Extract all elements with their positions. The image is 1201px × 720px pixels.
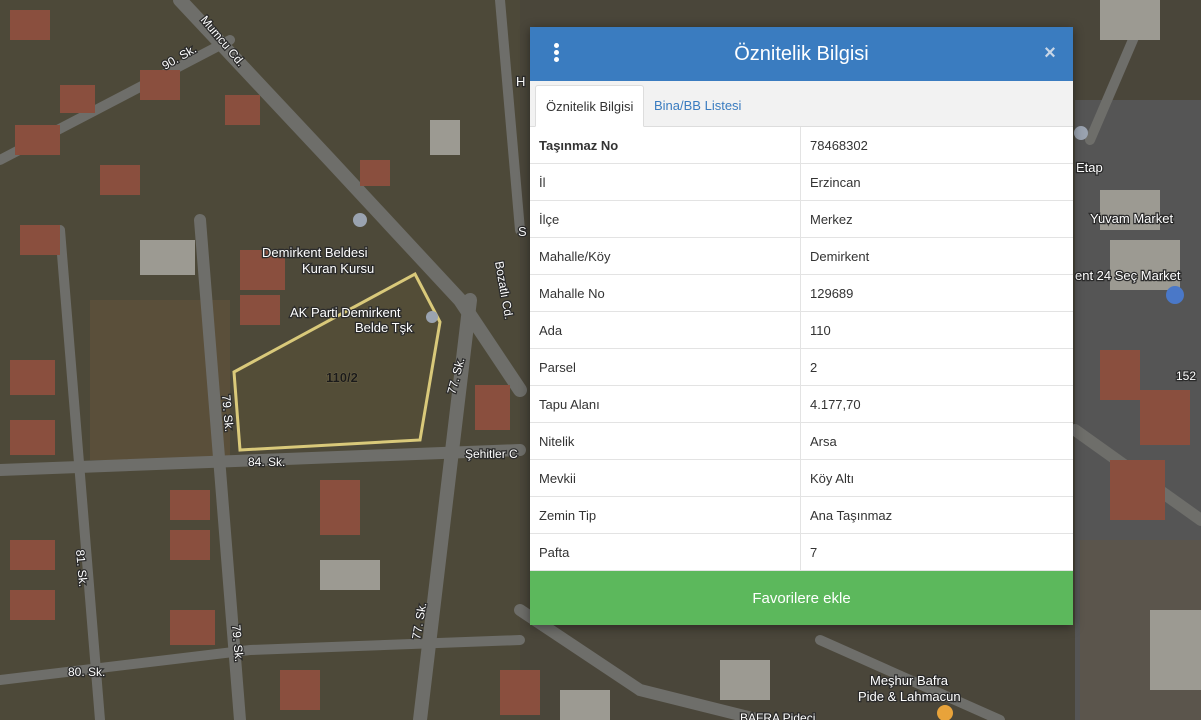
panel-title: Öznitelik Bilgisi bbox=[734, 43, 869, 65]
edge-label: H bbox=[516, 74, 525, 89]
table-row: Parsel 2 bbox=[530, 348, 1073, 386]
attribute-value: 78468302 bbox=[800, 127, 1073, 164]
attribute-value: 4.177,70 bbox=[800, 385, 1073, 423]
table-row: Tapu Alanı 4.177,70 bbox=[530, 385, 1073, 423]
attribute-value: Demirkent bbox=[800, 237, 1073, 275]
attribute-key: İl bbox=[530, 163, 801, 201]
table-row: Mevkii Köy Altı bbox=[530, 459, 1073, 497]
parcel-label: 110/2 bbox=[326, 370, 358, 385]
street-label: 84. Sk. bbox=[248, 455, 285, 469]
attribute-key: Mahalle/Köy bbox=[530, 237, 801, 275]
place-label: Etap bbox=[1076, 160, 1103, 175]
attribute-key: Ada bbox=[530, 311, 801, 349]
place-label: Pide & Lahmacun bbox=[858, 689, 961, 704]
table-row: İlçe Merkez bbox=[530, 200, 1073, 238]
place-label: Yuvam Market bbox=[1090, 211, 1173, 226]
attribute-key: Taşınmaz No bbox=[530, 127, 801, 164]
panel-header: Öznitelik Bilgisi × bbox=[530, 27, 1073, 81]
street-label: Şehitler C bbox=[465, 447, 518, 461]
street-label: 80. Sk. bbox=[68, 665, 105, 679]
attribute-key: Tapu Alanı bbox=[530, 385, 801, 423]
place-label: Meşhur Bafra bbox=[870, 673, 949, 688]
place-label: ent 24 Seç Market bbox=[1075, 268, 1181, 283]
attribute-value: Erzincan bbox=[800, 163, 1073, 201]
attribute-key: İlçe bbox=[530, 200, 801, 238]
place-label: BAFRA Pideci bbox=[740, 711, 815, 720]
attribute-key: Zemin Tip bbox=[530, 496, 801, 534]
tab-building-list[interactable]: Bina/BB Listesi bbox=[644, 85, 751, 126]
attribute-key: Mahalle No bbox=[530, 274, 801, 312]
table-row: Taşınmaz No 78468302 bbox=[530, 127, 1073, 164]
table-row: Pafta 7 bbox=[530, 533, 1073, 571]
table-row: Ada 110 bbox=[530, 311, 1073, 349]
table-row: Zemin Tip Ana Taşınmaz bbox=[530, 496, 1073, 534]
edge-label: S bbox=[518, 224, 527, 239]
place-label: AK Parti Demirkent bbox=[290, 305, 401, 320]
close-icon[interactable]: × bbox=[1039, 40, 1061, 66]
place-label: Belde Tşk bbox=[355, 320, 413, 335]
attribute-key: Pafta bbox=[530, 533, 801, 571]
attribute-value: Ana Taşınmaz bbox=[800, 496, 1073, 534]
place-label: Kuran Kursu bbox=[302, 261, 374, 276]
table-row: Mahalle No 129689 bbox=[530, 274, 1073, 312]
attribute-value: Arsa bbox=[800, 422, 1073, 460]
attribute-table: Taşınmaz No 78468302 İl Erzincan İlçe Merkez M… bbox=[530, 127, 1073, 571]
tab-attributes[interactable]: Öznitelik Bilgisi bbox=[535, 85, 645, 127]
table-row: İl Erzincan bbox=[530, 163, 1073, 201]
attribute-value: 129689 bbox=[800, 274, 1073, 312]
table-row: Nitelik Arsa bbox=[530, 422, 1073, 460]
place-label: Demirkent Beldesi bbox=[262, 245, 368, 260]
attribute-value: Merkez bbox=[800, 200, 1073, 238]
add-favorites-button[interactable]: Favorilere ekle bbox=[530, 571, 1073, 625]
attribute-key: Mevkii bbox=[530, 459, 801, 497]
attribute-value: 110 bbox=[800, 311, 1073, 349]
attribute-panel: Öznitelik Bilgisi × Öznitelik Bilgisi Bi… bbox=[530, 27, 1073, 625]
tab-bar: Öznitelik Bilgisi Bina/BB Listesi bbox=[530, 81, 1073, 127]
attribute-key: Parsel bbox=[530, 348, 801, 386]
table-row: Mahalle/Köy Demirkent bbox=[530, 237, 1073, 275]
attribute-value: 7 bbox=[800, 533, 1073, 571]
attribute-value: Köy Altı bbox=[800, 459, 1073, 497]
attribute-value: 2 bbox=[800, 348, 1073, 386]
attribute-key: Nitelik bbox=[530, 422, 801, 460]
edge-label: 152 bbox=[1176, 369, 1196, 383]
